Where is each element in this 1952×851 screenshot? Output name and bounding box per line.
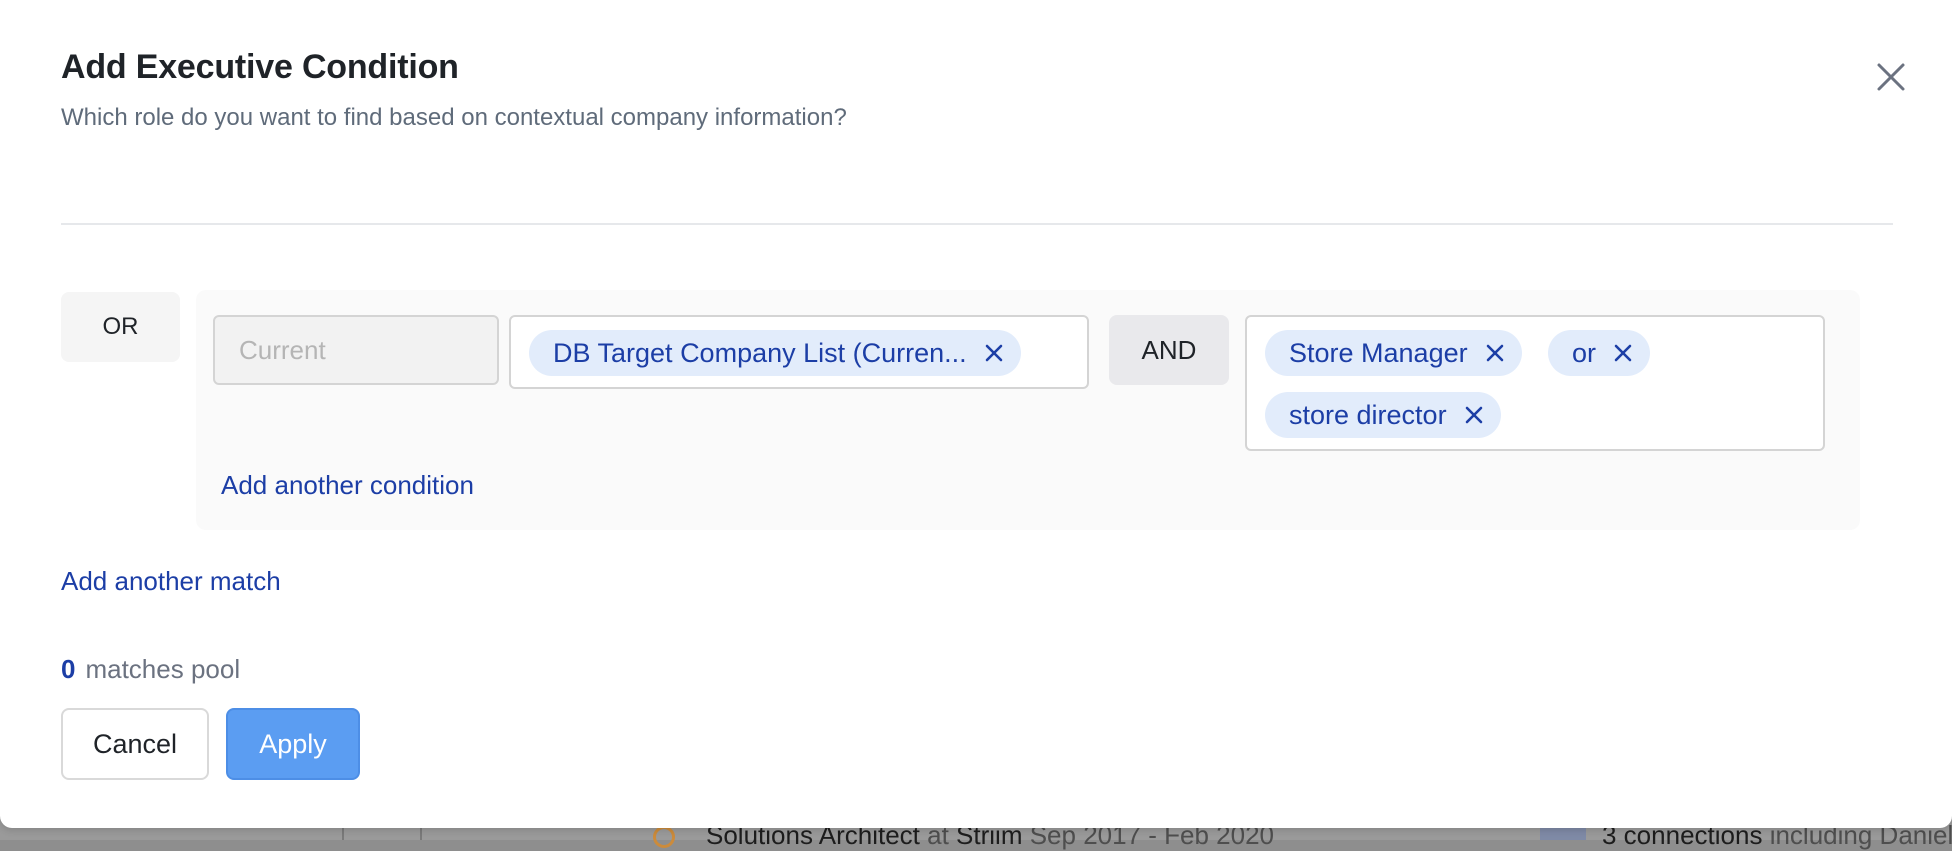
condition-joiner-and[interactable]: AND [1109,315,1229,385]
apply-button[interactable]: Apply [226,708,360,780]
add-another-condition-link[interactable]: Add another condition [221,470,474,501]
company-chip: DB Target Company List (Curren... [529,330,1021,376]
chip-label: store director [1289,399,1447,430]
role-chip: or [1548,330,1651,376]
matches-pool: 0 matches pool [61,654,240,685]
company-list-field[interactable]: DB Target Company List (Curren... [509,315,1089,389]
add-executive-condition-modal: Add Executive Condition Which role do yo… [0,0,1952,828]
modal-subtitle: Which role do you want to find based on … [61,104,847,131]
remove-chip-icon[interactable] [981,340,1007,366]
header-divider [61,223,1893,225]
add-another-match-link[interactable]: Add another match [61,566,281,597]
remove-chip-icon[interactable] [1610,340,1636,366]
close-icon[interactable] [1872,58,1910,96]
matches-pool-count: 0 [61,654,76,684]
cancel-button[interactable]: Cancel [61,708,209,780]
matches-pool-label: matches pool [85,654,241,684]
chip-label: Store Manager [1289,337,1468,368]
role-chip: Store Manager [1265,330,1522,376]
time-select[interactable]: Current [213,315,499,385]
chip-label: DB Target Company List (Curren... [553,337,967,368]
match-operator-or[interactable]: OR [61,292,180,362]
role-chip: store director [1265,392,1501,438]
role-keywords-field[interactable]: Store Manager or store director [1245,315,1825,451]
company-logo-icon [653,826,675,848]
modal-title: Add Executive Condition [61,48,459,86]
remove-chip-icon[interactable] [1482,340,1508,366]
chip-label: or [1572,337,1597,368]
remove-chip-icon[interactable] [1461,402,1487,428]
